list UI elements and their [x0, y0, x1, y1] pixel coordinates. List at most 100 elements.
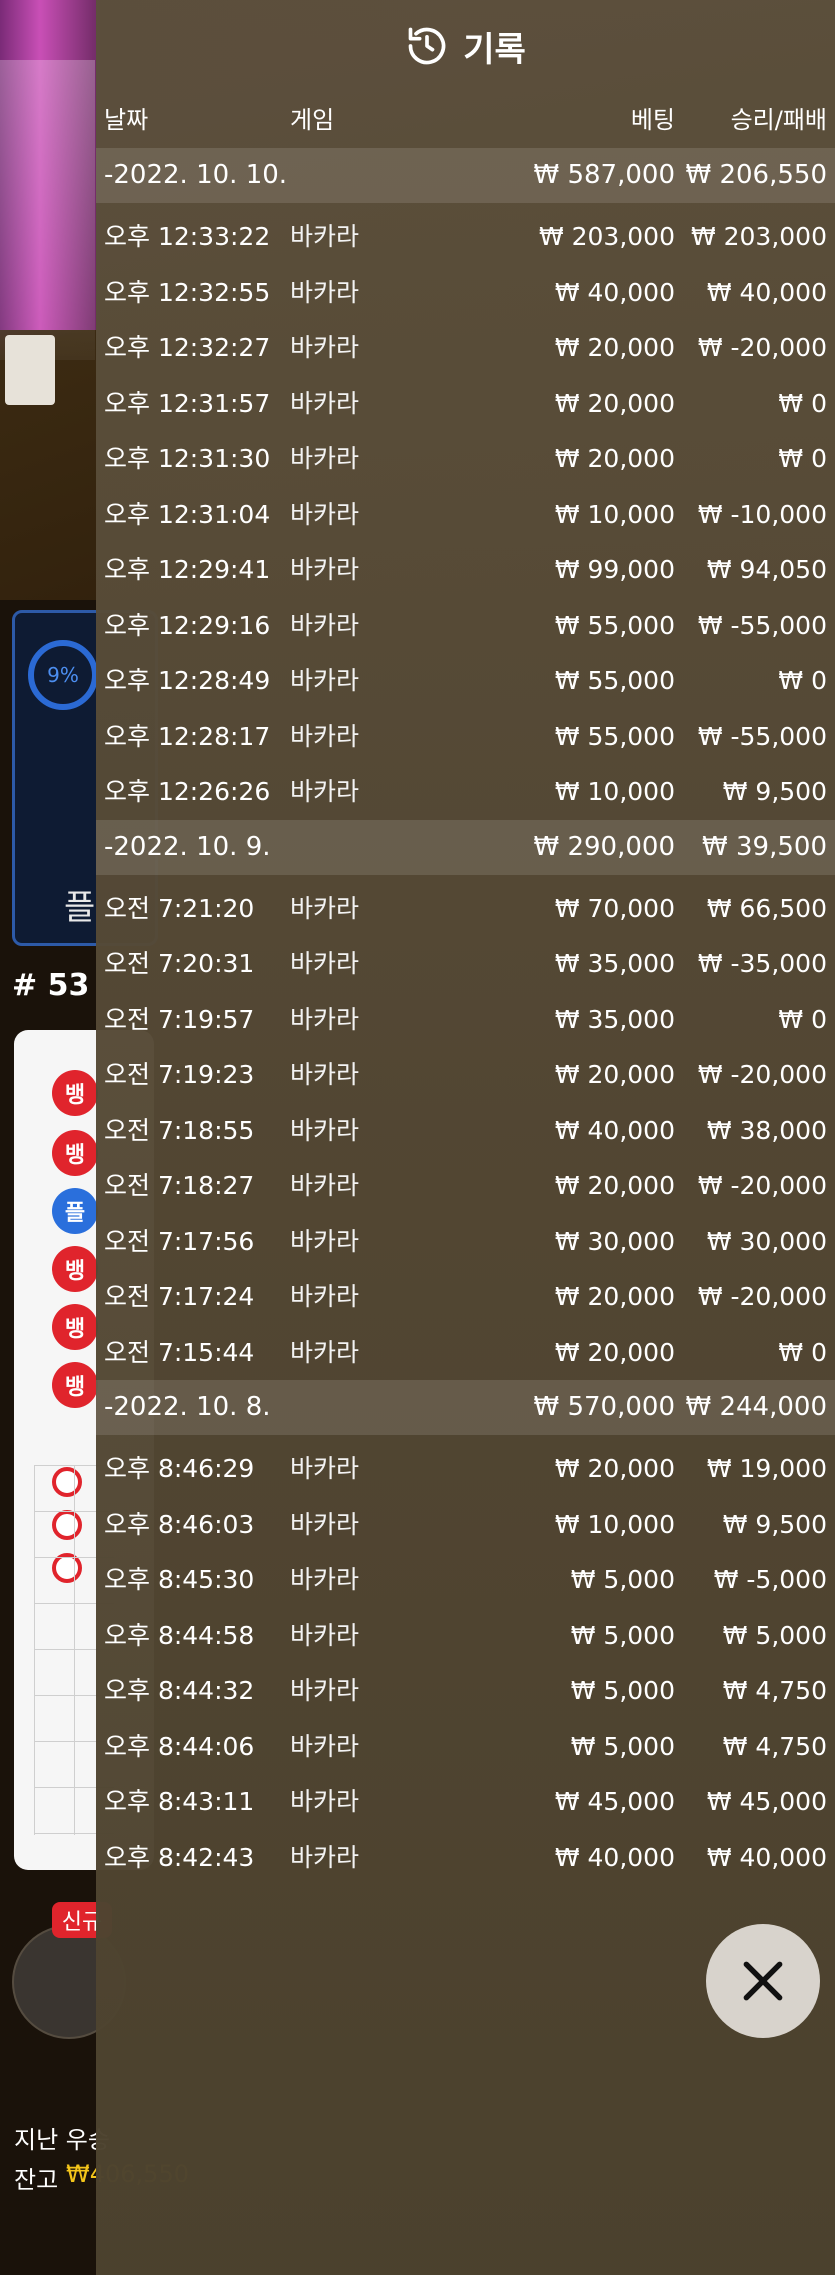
history-row[interactable]: 오전 7:15:44 바카라 ₩ 20,000 ₩ 0 — [96, 1325, 835, 1381]
row-bet: ₩ 20,000 — [554, 1454, 675, 1483]
row-game: 바카라 — [290, 1509, 360, 1539]
row-game: 바카라 — [290, 1004, 360, 1034]
row-result: ₩ -55,000 — [697, 721, 827, 751]
history-row[interactable]: 오전 7:19:57 바카라 ₩ 35,000 ₩ 0 — [96, 992, 835, 1048]
history-row[interactable]: 오후 12:28:49 바카라 ₩ 55,000 ₩ 0 — [96, 653, 835, 709]
row-result: ₩ 94,050 — [706, 555, 827, 584]
group-total-result: ₩ 206,550 — [685, 160, 828, 190]
row-game: 바카라 — [290, 949, 360, 978]
row-game: 바카라 — [290, 1620, 360, 1650]
row-bet: ₩ 70,000 — [554, 893, 675, 923]
row-result: ₩ 5,000 — [722, 1620, 827, 1650]
row-time: 오후 12:31:57 — [104, 388, 271, 418]
road-chip: 뱅 — [52, 1070, 98, 1116]
history-row[interactable]: 오전 7:18:55 바카라 ₩ 40,000 ₩ 38,000 — [96, 1103, 835, 1159]
row-bet: ₩ 5,000 — [570, 1565, 675, 1594]
row-result: ₩ 4,750 — [722, 1731, 827, 1761]
row-time: 오전 7:17:24 — [104, 1282, 255, 1311]
history-date-group[interactable]: -2022. 10. 8. ₩ 570,000 ₩ 244,000 — [96, 1380, 835, 1435]
history-row[interactable]: 오후 12:31:04 바카라 ₩ 10,000 ₩ -10,000 — [96, 487, 835, 543]
history-row[interactable]: 오후 12:26:26 바카라 ₩ 10,000 ₩ 9,500 — [96, 764, 835, 820]
row-game: 바카라 — [290, 222, 360, 251]
card-shoe — [5, 335, 55, 405]
column-header-result: 승리/패배 — [730, 106, 827, 134]
row-result: ₩ -20,000 — [697, 1171, 827, 1200]
history-row[interactable]: 오후 12:28:17 바카라 ₩ 55,000 ₩ -55,000 — [96, 709, 835, 765]
group-date: -2022. 10. 10. — [104, 160, 288, 190]
column-header-bet: 베팅 — [630, 106, 675, 134]
row-result: ₩ -20,000 — [697, 1282, 827, 1311]
history-row[interactable]: 오후 8:44:32 바카라 ₩ 5,000 ₩ 4,750 — [96, 1663, 835, 1719]
history-row[interactable]: 오후 8:46:29 바카라 ₩ 20,000 ₩ 19,000 — [96, 1441, 835, 1497]
history-date-group[interactable]: -2022. 10. 10. ₩ 587,000 ₩ 206,550 — [96, 148, 835, 203]
row-game: 바카라 — [290, 499, 360, 529]
row-time: 오후 12:32:55 — [104, 277, 271, 307]
close-button[interactable] — [706, 1924, 820, 2038]
round-number: # 53 — [12, 968, 90, 1003]
group-total-bet: ₩ 570,000 — [533, 1392, 676, 1422]
road-chip: 뱅 — [52, 1246, 98, 1292]
bet-spot-label: 플 — [64, 888, 96, 928]
road-chip: 뱅 — [52, 1362, 98, 1408]
history-row[interactable]: 오후 8:43:11 바카라 ₩ 45,000 ₩ 45,000 — [96, 1774, 835, 1830]
history-column-headers: 날짜 게임 베팅 승리/패배 — [96, 92, 835, 148]
row-time: 오전 7:19:57 — [104, 1004, 255, 1034]
history-row[interactable]: 오전 7:17:24 바카라 ₩ 20,000 ₩ -20,000 — [96, 1269, 835, 1325]
row-time: 오후 8:46:29 — [104, 1454, 255, 1483]
group-date: -2022. 10. 8. — [104, 1392, 271, 1422]
row-time: 오후 12:32:27 — [104, 333, 271, 362]
history-row[interactable]: 오후 12:31:57 바카라 ₩ 20,000 ₩ 0 — [96, 376, 835, 432]
history-row[interactable]: 오전 7:19:23 바카라 ₩ 20,000 ₩ -20,000 — [96, 1047, 835, 1103]
row-game: 바카라 — [290, 893, 360, 923]
row-time: 오전 7:18:55 — [104, 1115, 255, 1145]
history-row[interactable]: 오후 8:44:06 바카라 ₩ 5,000 ₩ 4,750 — [96, 1719, 835, 1775]
road-chip: 플 — [52, 1188, 98, 1234]
history-clock-icon — [408, 27, 446, 65]
history-row[interactable]: 오후 12:29:41 바카라 ₩ 99,000 ₩ 94,050 — [96, 542, 835, 598]
row-time: 오후 8:43:11 — [104, 1787, 255, 1816]
row-bet: ₩ 35,000 — [554, 949, 675, 978]
history-row[interactable]: 오후 8:42:43 바카라 ₩ 40,000 ₩ 40,000 — [96, 1830, 835, 1886]
history-list[interactable]: -2022. 10. 10. ₩ 587,000 ₩ 206,550 오후 12:33… — [96, 148, 835, 1885]
row-bet: ₩ 10,000 — [554, 777, 675, 806]
history-date-group[interactable]: -2022. 10. 9. ₩ 290,000 ₩ 39,500 — [96, 819, 835, 875]
row-game: 바카라 — [290, 1731, 360, 1761]
row-result: ₩ 38,000 — [706, 1115, 827, 1145]
row-result: ₩ 203,000 — [690, 222, 827, 251]
group-total-result: ₩ 39,500 — [702, 831, 827, 862]
row-result: ₩ -20,000 — [697, 333, 827, 362]
row-bet: ₩ 20,000 — [554, 333, 675, 362]
road-chip: 뱅 — [52, 1130, 98, 1176]
history-row[interactable]: 오후 12:33:22 바카라 ₩ 203,000 ₩ 203,000 — [96, 209, 835, 265]
history-row[interactable]: 오후 12:32:27 바카라 ₩ 20,000 ₩ -20,000 — [96, 320, 835, 376]
row-time: 오후 12:28:17 — [104, 721, 271, 751]
row-bet: ₩ 20,000 — [554, 1337, 675, 1367]
history-row[interactable]: 오전 7:17:56 바카라 ₩ 30,000 ₩ 30,000 — [96, 1214, 835, 1270]
history-header: 기록 — [96, 0, 835, 92]
history-row[interactable]: 오후 8:44:58 바카라 ₩ 5,000 ₩ 5,000 — [96, 1608, 835, 1664]
row-game: 바카라 — [290, 1282, 360, 1311]
row-game: 바카라 — [290, 1787, 360, 1816]
history-row[interactable]: 오전 7:18:27 바카라 ₩ 20,000 ₩ -20,000 — [96, 1158, 835, 1214]
row-result: ₩ 9,500 — [722, 1509, 827, 1539]
history-row[interactable]: 오전 7:21:20 바카라 ₩ 70,000 ₩ 66,500 — [96, 881, 835, 937]
row-result: ₩ 30,000 — [706, 1226, 827, 1256]
history-row[interactable]: 오전 7:20:31 바카라 ₩ 35,000 ₩ -35,000 — [96, 936, 835, 992]
row-bet: ₩ 10,000 — [554, 499, 675, 529]
row-bet: ₩ 99,000 — [554, 555, 675, 584]
row-bet: ₩ 20,000 — [554, 1171, 675, 1200]
history-row[interactable]: 오후 12:29:16 바카라 ₩ 55,000 ₩ -55,000 — [96, 598, 835, 654]
history-row[interactable]: 오후 12:32:55 바카라 ₩ 40,000 ₩ 40,000 — [96, 265, 835, 321]
row-result: ₩ -35,000 — [697, 949, 827, 978]
row-result: ₩ -20,000 — [697, 1060, 827, 1089]
history-row[interactable]: 오후 8:45:30 바카라 ₩ 5,000 ₩ -5,000 — [96, 1552, 835, 1608]
group-total-bet: ₩ 290,000 — [533, 831, 676, 862]
row-game: 바카라 — [290, 277, 360, 307]
row-game: 바카라 — [290, 388, 360, 418]
row-result: ₩ -55,000 — [697, 610, 827, 640]
column-header-date: 날짜 — [104, 106, 149, 134]
row-game: 바카라 — [290, 1565, 360, 1594]
history-row[interactable]: 오후 12:31:30 바카라 ₩ 20,000 ₩ 0 — [96, 431, 835, 487]
row-result: ₩ 0 — [778, 1004, 827, 1034]
history-row[interactable]: 오후 8:46:03 바카라 ₩ 10,000 ₩ 9,500 — [96, 1497, 835, 1553]
